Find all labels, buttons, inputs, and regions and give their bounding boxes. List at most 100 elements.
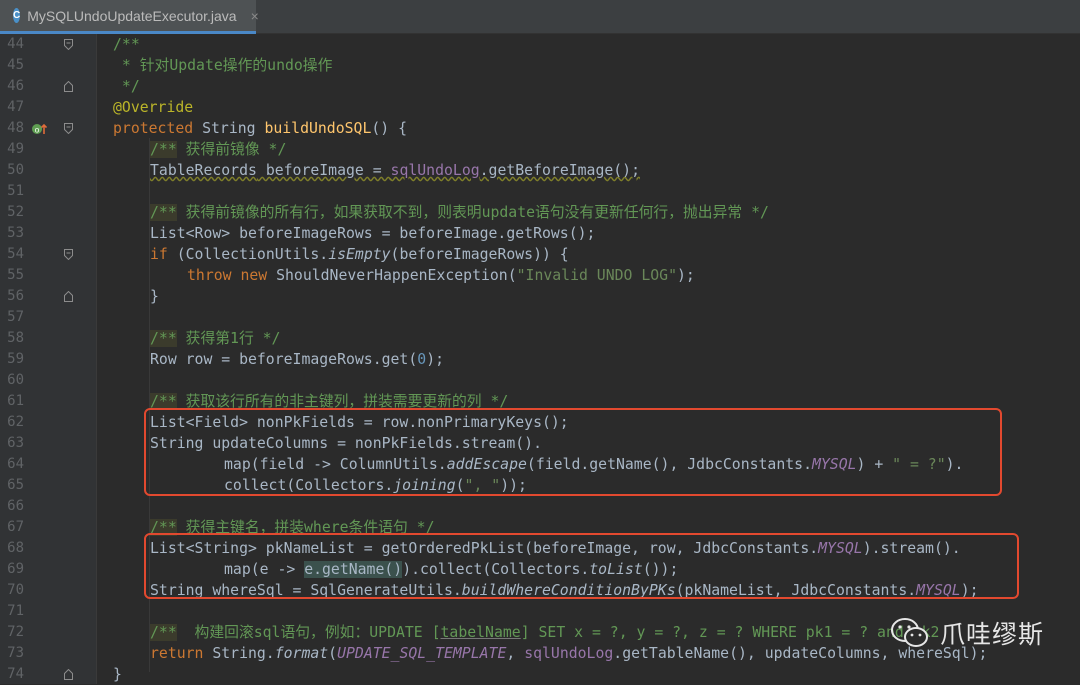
string-literal: "Invalid UNDO LOG"	[516, 267, 677, 284]
fold-open-icon[interactable]	[64, 249, 73, 260]
line-number: 72	[7, 624, 24, 640]
code-line: 52 /** 获得前镜像的所有行，如果获取不到，则表明update语句没有更新任…	[0, 202, 1080, 223]
line-number: 55	[7, 267, 24, 283]
doc-comment: /**	[150, 204, 177, 221]
code-line: 50 TableRecords beforeImage = sqlUndoLog…	[0, 160, 1080, 181]
field: sqlUndoLog	[390, 162, 480, 179]
keyword: throw new	[187, 267, 277, 284]
code-line: 51	[0, 181, 1080, 202]
line-number: 56	[7, 288, 24, 304]
code-text: List<Row> beforeImageRows = beforeImage.…	[150, 225, 596, 242]
line-number: 48	[7, 120, 24, 136]
code-text: Row row = beforeImageRows.get(	[150, 351, 418, 368]
doc-comment: ] SET x = ?, y = ?, z = ? WHERE pk1 = ? …	[520, 624, 940, 641]
code-line: 66	[0, 496, 1080, 517]
line-number: 66	[7, 498, 24, 514]
line-number: 73	[7, 645, 24, 661]
close-icon[interactable]: ×	[251, 8, 259, 24]
tab-filename: MySQLUndoUpdateExecutor.java	[27, 7, 237, 24]
keyword: return	[150, 645, 213, 662]
override-method-icon[interactable]: o	[31, 122, 47, 136]
code-text: );	[426, 351, 445, 368]
code-line: 45 * 针对Update操作的undo操作	[0, 55, 1080, 76]
fold-open-icon[interactable]	[64, 39, 73, 50]
number-literal: 0	[417, 351, 427, 368]
code-text: }	[113, 666, 122, 683]
code-line: 49 /** 获得前镜像 */	[0, 139, 1080, 160]
code-line: 46 */	[0, 76, 1080, 97]
line-number: 69	[7, 561, 24, 577]
code-line: 53 List<Row> beforeImageRows = beforeIma…	[0, 223, 1080, 244]
code-text: ,	[506, 645, 525, 662]
code-line: 56 }	[0, 286, 1080, 307]
code-line: 47 @Override	[0, 97, 1080, 118]
code-text: @Override	[113, 99, 194, 116]
code-line: 55 throw new ShouldNeverHappenException(…	[0, 265, 1080, 286]
line-number: 71	[7, 603, 24, 619]
highlight-box	[144, 533, 1019, 599]
line-number: 74	[7, 666, 24, 682]
code-text: (CollectionUtils.	[176, 246, 329, 263]
code-text: /**	[113, 36, 140, 53]
code-text: .getBeforeImage();	[479, 162, 640, 179]
line-number: 53	[7, 225, 24, 241]
line-number: 58	[7, 330, 24, 346]
code-line: 48 o protected String buildUndoSQL() {	[0, 118, 1080, 139]
code-line: 54 if (CollectionUtils.isEmpty(beforeIma…	[0, 244, 1080, 265]
type: String	[202, 120, 265, 137]
line-number: 45	[7, 57, 24, 73]
doc-comment: 获得前镜像 */	[176, 141, 287, 158]
svg-text:o: o	[35, 126, 40, 135]
doc-comment: 构建回滚sql语句，例如：UPDATE [	[176, 624, 441, 641]
wechat-icon	[891, 618, 928, 647]
code-text: beforeImage =	[256, 162, 391, 179]
code-line: 60	[0, 370, 1080, 391]
highlight-box	[144, 408, 1002, 496]
fold-close-icon[interactable]	[64, 669, 73, 680]
fold-open-icon[interactable]	[64, 123, 73, 134]
keyword: if	[150, 246, 177, 263]
static-method: isEmpty	[328, 246, 391, 263]
editor-tab-bar: C MySQLUndoUpdateExecutor.java ×	[0, 0, 1080, 34]
line-number: 63	[7, 435, 24, 451]
line-number: 50	[7, 162, 24, 178]
static-method: format	[274, 645, 329, 662]
code-line: 59 Row row = beforeImageRows.get(0);	[0, 349, 1080, 370]
line-number: 52	[7, 204, 24, 220]
code-line: 44 /**	[0, 34, 1080, 55]
line-number: 54	[7, 246, 24, 262]
code-text: () {	[371, 120, 407, 137]
doc-comment: /**	[150, 330, 177, 347]
watermark: 爪哇缪斯	[890, 613, 1044, 653]
watermark-text: 爪哇缪斯	[940, 620, 1045, 649]
method-name: buildUndoSQL	[264, 120, 372, 137]
line-number: 61	[7, 393, 24, 409]
code-line: 57	[0, 307, 1080, 328]
code-text: * 针对Update操作的undo操作	[113, 57, 333, 74]
line-number: 65	[7, 477, 24, 493]
doc-comment: tabelName	[440, 624, 521, 641]
line-number: 59	[7, 351, 24, 367]
code-line: 58 /** 获得第1行 */	[0, 328, 1080, 349]
line-number: 44	[7, 36, 24, 52]
line-number: 70	[7, 582, 24, 598]
doc-comment: 获得第1行 */	[176, 330, 281, 347]
java-class-icon: C	[13, 8, 21, 23]
line-number: 46	[7, 78, 24, 94]
line-number: 49	[7, 141, 24, 157]
line-number: 68	[7, 540, 24, 556]
doc-comment: 获得前镜像的所有行，如果获取不到，则表明update语句没有更新任何行，抛出异常…	[176, 204, 769, 221]
code-line: 74 }	[0, 664, 1080, 685]
fold-close-icon[interactable]	[64, 81, 73, 92]
constant: UPDATE_SQL_TEMPLATE	[337, 645, 507, 662]
line-number: 51	[7, 183, 24, 199]
code-text: (	[328, 645, 338, 662]
code-text: ShouldNeverHappenException(	[276, 267, 517, 284]
code-text: );	[676, 267, 695, 284]
line-number: 62	[7, 414, 24, 430]
doc-comment: /**	[150, 624, 177, 641]
doc-comment: /**	[150, 141, 177, 158]
fold-close-icon[interactable]	[64, 291, 73, 302]
tab-mysql-undo-update-executor[interactable]: C MySQLUndoUpdateExecutor.java ×	[0, 0, 259, 34]
code-text: */	[113, 78, 140, 95]
